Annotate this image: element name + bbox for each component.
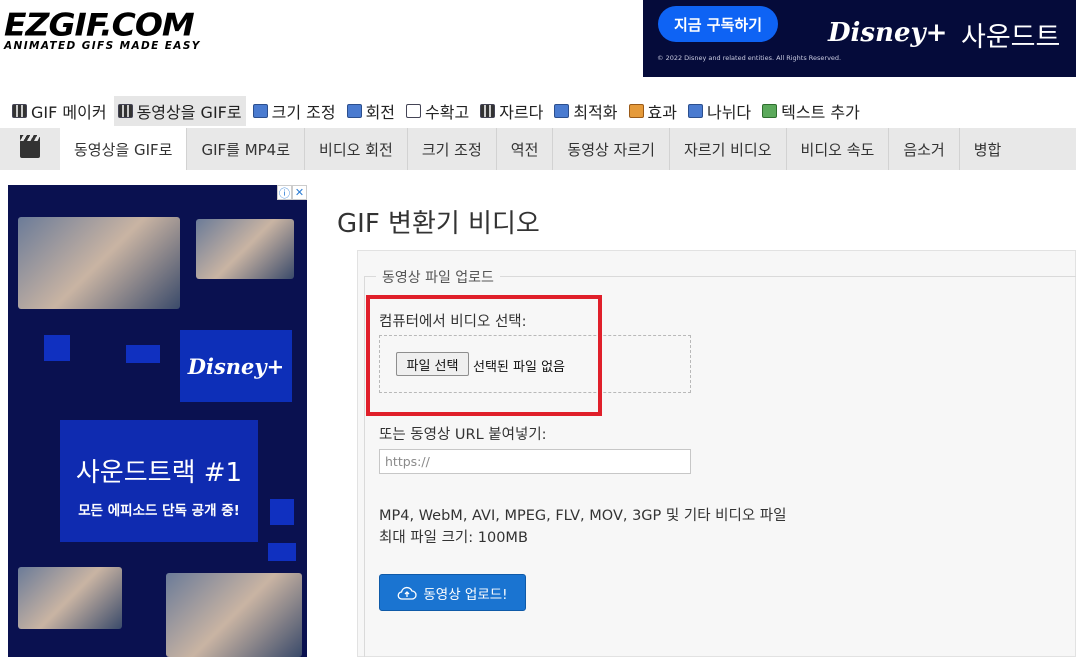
cloud-upload-icon [397,586,418,600]
tab-video-speed[interactable]: 비디오 속도 [785,128,889,170]
nav-item-resize[interactable]: 크기 조정 [249,96,340,126]
nav-item-effects[interactable]: 효과 [625,96,681,126]
nav-item-cut[interactable]: 자르다 [476,96,547,126]
ad-decor-block [268,543,296,561]
logo-text: EZGIF.COM [4,6,195,44]
supported-formats-text: MP4, WebM, AVI, MPEG, FLV, MOV, 3GP 및 기타… [379,508,787,524]
tab-merge[interactable]: 병합 [958,128,1016,170]
ad-decor-block [270,499,294,525]
ad-photo [196,219,294,279]
ad-promo-title: 사운드트랙 #1 [75,458,243,488]
gif-maker-icon [12,104,27,118]
nav-item-video-to-gif[interactable]: 동영상을 GIF로 [113,96,246,126]
nav-item-gif-maker[interactable]: GIF 메이커 [8,96,111,126]
top-banner-ad[interactable]: 지금 구독하기 © 2022 Disney and related entiti… [643,0,1076,77]
nav-item-add-text[interactable]: 텍스트 추가 [758,96,864,126]
upload-button-label: 동영상 업로드! [423,586,508,603]
nav-item-label: 동영상을 GIF로 [136,103,242,122]
optimize-icon [554,104,570,118]
max-file-size-text: 최대 파일 크기: 100MB [379,530,528,546]
nav-item-split[interactable]: 나뉘다 [684,96,755,126]
ad-copyright: © 2022 Disney and related entities. All … [657,54,842,62]
tab-rotate-video[interactable]: 비디오 회전 [304,128,407,170]
url-input[interactable] [379,449,691,474]
format-info: MP4, WebM, AVI, MPEG, FLV, MOV, 3GP 및 기타… [379,505,786,549]
ad-close-icon[interactable]: ✕ [292,185,307,200]
tab-mute[interactable]: 음소거 [888,128,958,170]
side-banner-ad[interactable]: ⓘ ✕ Disney+ 사운드트랙 #1 모든 에피소드 단독 공개 중! [8,185,307,657]
nav-item-rotate[interactable]: 회전 [343,96,399,126]
site-logo[interactable]: EZGIF.COM ANIMATED GIFS MADE EASY [4,6,234,52]
annotation-highlight-box [366,295,602,416]
url-label: 또는 동영상 URL 붙여넣기: [379,427,547,443]
nav-item-optimize[interactable]: 최적화 [550,96,621,126]
sub-nav: 동영상을 GIF로 GIF를 MP4로 비디오 회전 크기 조정 역전 동영상 … [0,128,1076,170]
tab-video-to-gif[interactable]: 동영상을 GIF로 [60,128,187,170]
tab-crop-video[interactable]: 동영상 자르기 [552,128,669,170]
tab-gif-to-mp4[interactable]: GIF를 MP4로 [186,128,304,170]
nav-item-label: GIF 메이커 [31,103,107,122]
rotate-icon [346,104,362,118]
ad-decor-block [44,335,70,361]
clapperboard-icon [20,135,40,158]
fieldset-legend: 동영상 파일 업로드 [376,267,500,287]
crop-icon [406,104,422,118]
nav-item-label: 효과 [647,103,677,122]
ad-disney-logo: Disney+ [180,330,292,402]
nav-item-label: 최적화 [573,103,618,122]
nav-item-crop[interactable]: 수확고 [402,96,473,126]
ad-promo-subtitle: 모든 에피소드 단독 공개 중! [78,503,240,519]
page-title: GIF 변환기 비디오 [337,209,540,239]
nav-item-label: 텍스트 추가 [781,103,860,122]
nav-item-label: 수확고 [425,103,470,122]
tab-cut-video[interactable]: 자르기 비디오 [668,128,786,170]
ad-photo [18,217,180,309]
ad-photo [18,567,122,629]
ad-promo-box: 사운드트랙 #1 모든 에피소드 단독 공개 중! [60,420,258,542]
add-text-icon [762,104,778,118]
ad-info-icon[interactable]: ⓘ [277,185,292,200]
effects-icon [628,104,644,118]
nav-item-label: 나뉘다 [706,103,752,122]
resize-icon [252,104,268,118]
ad-subscribe-button[interactable]: 지금 구독하기 [658,6,778,42]
ad-controls: ⓘ ✕ [277,185,307,200]
split-icon [687,104,703,118]
ad-decor-block [126,345,160,363]
tab-resize[interactable]: 크기 조정 [406,128,496,170]
ad-photo [166,573,302,657]
nav-item-label: 회전 [365,103,396,122]
ad-headline: 사운드트 [961,22,1061,53]
nav-item-label: 크기 조정 [271,103,336,122]
upload-video-button[interactable]: 동영상 업로드! [379,574,526,611]
ad-brand-logo: Disney+ [828,18,948,48]
cut-icon [480,104,496,118]
main-nav: GIF 메이커 동영상을 GIF로 크기 조정 회전 수확고 자르다 최적화 효… [0,96,1076,126]
video-to-gif-icon [117,104,133,118]
sub-nav-home[interactable] [0,128,60,170]
nav-item-label: 자르다 [499,103,544,122]
tab-reverse[interactable]: 역전 [495,128,553,170]
